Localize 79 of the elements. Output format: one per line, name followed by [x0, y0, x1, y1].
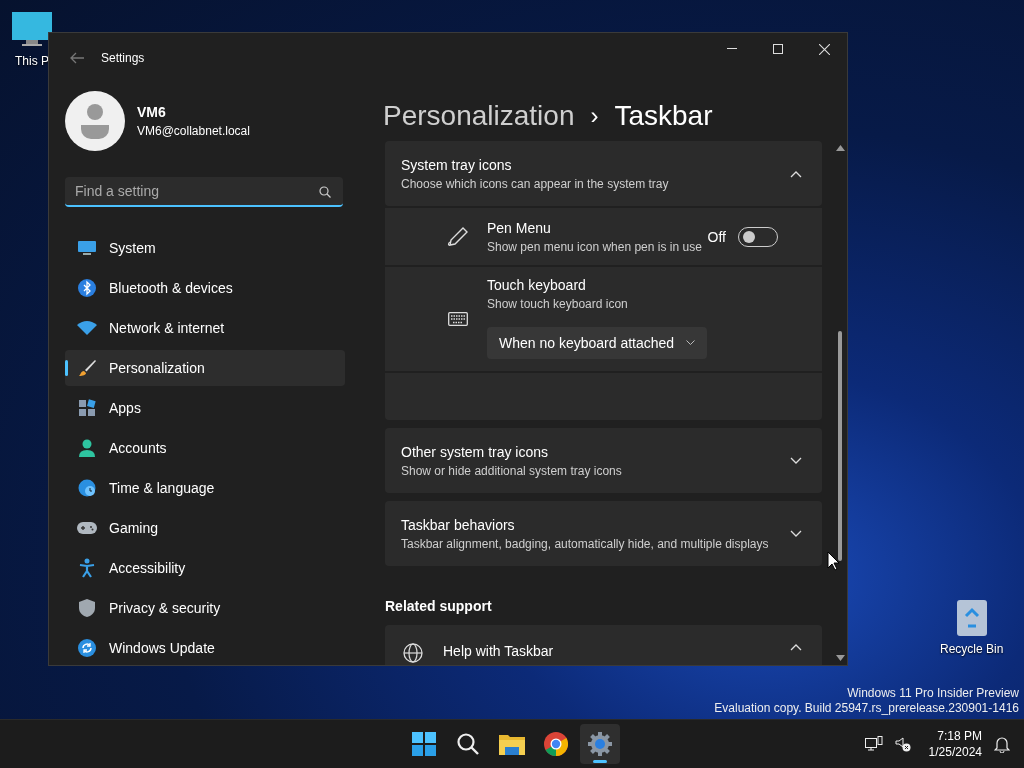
setting-description: Show or hide additional system tray icons	[401, 463, 623, 478]
browser-icon	[544, 732, 568, 756]
setting-title: Taskbar behaviors	[401, 516, 516, 533]
toggle-state-label: Off	[707, 228, 726, 245]
close-icon[interactable]	[818, 43, 830, 55]
chevron-up-icon[interactable]	[790, 169, 802, 178]
sidebar-item[interactable]: Windows Update	[65, 630, 345, 665]
setting-title: Touch keyboard	[487, 277, 587, 293]
monitor-icon	[77, 240, 97, 256]
sidebar-item[interactable]: Gaming	[65, 510, 345, 546]
globe-clock-icon	[78, 479, 96, 497]
clock-date[interactable]: 1/25/2024	[928, 744, 982, 760]
pen-icon	[447, 225, 469, 248]
page-title: Taskbar	[614, 100, 713, 132]
search-field[interactable]: Find a setting	[65, 177, 343, 207]
mouse-pointer-icon	[827, 551, 840, 571]
user-email: VM6@collabnet.local	[137, 124, 250, 138]
refresh-icon	[78, 639, 96, 657]
sidebar-item[interactable]: Accounts	[65, 430, 345, 466]
chevron-up-icon[interactable]	[790, 643, 802, 651]
gamepad-icon	[77, 521, 97, 535]
desktop-icon-label: Recycle Bin	[940, 642, 1004, 656]
taskbar-app[interactable]	[580, 724, 620, 764]
clock-time[interactable]: 7:18 PM	[928, 728, 982, 744]
sidebar-item[interactable]: Bluetooth & devices	[65, 270, 345, 306]
minimize-icon[interactable]	[727, 48, 737, 50]
setting-title: Other system tray icons	[401, 443, 550, 460]
maximize-icon[interactable]	[773, 44, 783, 54]
person-icon	[79, 439, 95, 457]
network-icon[interactable]	[864, 736, 883, 752]
sidebar-item[interactable]: Personalization	[65, 350, 345, 386]
globe-icon	[403, 643, 423, 663]
setting-description: Show touch keyboard icon	[487, 297, 629, 311]
breadcrumb-link[interactable]: Personalization	[383, 100, 575, 132]
sidebar-item[interactable]: System	[65, 230, 345, 266]
gear-icon	[588, 732, 612, 756]
help-card[interactable]: Help with Taskbar	[385, 625, 822, 665]
keyboard-icon	[448, 312, 468, 326]
expander-header[interactable]: Taskbar behaviors Taskbar alignment, badging, automatically hide, and multiple displays	[385, 501, 822, 566]
apps-icon	[78, 399, 96, 417]
section-heading: Related support	[385, 598, 493, 614]
watermark-text: Evaluation copy. Build 25947.rs_prerelease.230901-1416	[714, 701, 1019, 716]
setting-description: Show pen menu icon when pen is in use	[487, 239, 703, 254]
windows-logo-icon	[412, 732, 436, 756]
sidebar-item[interactable]: Privacy & security	[65, 590, 345, 626]
sidebar-item[interactable]: Time & language	[65, 470, 345, 506]
accessibility-icon	[79, 558, 95, 578]
scroll-down-arrow-icon[interactable]	[836, 655, 845, 661]
avatar[interactable]	[65, 91, 125, 151]
watermark-text: Windows 11 Pro Insider Preview	[846, 686, 1019, 701]
expander-header[interactable]: System tray icons Choose which icons can appear in the system tray	[385, 141, 822, 206]
sidebar-item[interactable]: Network & internet	[65, 310, 345, 346]
expander-header[interactable]: Other system tray icons Show or hide additional system tray icons	[385, 428, 822, 493]
shield-icon	[79, 599, 95, 617]
setting-title: Pen Menu	[487, 219, 552, 236]
window-title: Settings	[101, 51, 146, 65]
desktop-icon-label: This P	[15, 54, 49, 68]
folder-icon	[499, 733, 525, 755]
setting-title: System tray icons	[401, 156, 513, 173]
wifi-icon	[77, 321, 97, 335]
bluetooth-icon	[78, 279, 96, 297]
brush-icon	[78, 359, 96, 377]
muted-speaker-icon[interactable]	[894, 736, 911, 752]
breadcrumb-separator: ›	[590, 102, 599, 130]
setting-title: Help with Taskbar	[443, 643, 555, 659]
chevron-down-icon[interactable]	[790, 529, 802, 538]
search-icon[interactable]	[319, 186, 331, 198]
sidebar-item[interactable]: Accessibility	[65, 550, 345, 586]
scroll-up-arrow-icon[interactable]	[836, 145, 845, 151]
back-arrow-icon[interactable]	[70, 52, 84, 64]
dropdown[interactable]: When no keyboard attached	[487, 327, 708, 359]
sidebar-item[interactable]: Apps	[65, 390, 345, 426]
chevron-down-icon	[686, 340, 696, 346]
setting-description: Taskbar alignment, badging, automatically hide, and multiple displays	[401, 536, 770, 551]
search-icon	[456, 732, 480, 756]
chevron-down-icon[interactable]	[790, 456, 802, 465]
bell-icon[interactable]	[994, 735, 1010, 753]
setting-description: Choose which icons can appear in the system tray	[401, 176, 670, 191]
user-name: VM6	[137, 104, 167, 120]
